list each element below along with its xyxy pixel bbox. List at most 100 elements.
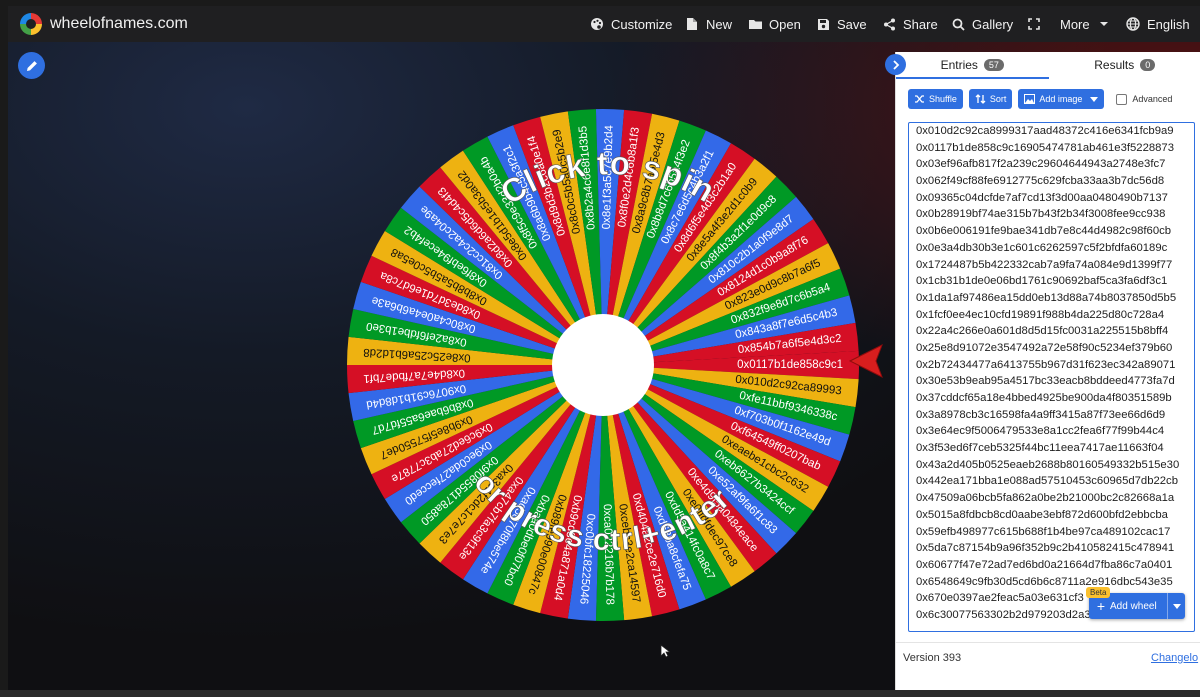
entry-line: 0x60677f47e72ad7ed6bd0a21664d7fba86c7a04… — [916, 558, 1173, 571]
entry-line: 0x010d2c92ca8999317aad48372c416e6341fcb9… — [916, 125, 1174, 137]
top-navigation-bar: wheelofnames.com Customize New Open Save — [8, 6, 1200, 42]
entry-line: 0x25e8d91072e3547492a72e58f90c5234ef379b… — [916, 341, 1173, 354]
entry-line: 0x5da7c87154b9a96f352b9c2b410582415c4789… — [916, 542, 1175, 555]
browser-window: wheelofnames.com Customize New Open Save — [0, 0, 1200, 697]
shuffle-label: Shuffle — [929, 94, 957, 104]
entry-line: 0x062f49cf88fe6912775c629fcba33aa3b7dc56… — [916, 175, 1165, 188]
menu-language[interactable]: English — [1125, 6, 1190, 42]
wheel[interactable]: 0x0117b1de858c9c1 0x010d2c92ca89993 0xfe11… — [346, 106, 864, 624]
advanced-label: Advanced — [1132, 94, 1173, 104]
entry-line: 0x30e53b9eab95a4517bc33eacb8bddeed4773fa… — [916, 375, 1175, 388]
entry-line: 0x442ea171bba1e088ad57510453c60965d7db22… — [916, 475, 1178, 488]
shuffle-icon — [915, 95, 924, 103]
palette-icon — [589, 16, 605, 32]
entry-line: 0x3a8978cb3c16598fa4a9ff3415a87f73ee66d6… — [916, 408, 1166, 421]
results-count-badge: 0 — [1140, 59, 1156, 71]
panel-footer: Version 393 Changelo — [896, 642, 1200, 672]
image-icon — [1024, 94, 1036, 104]
tab-results-label: Results — [1094, 58, 1135, 72]
add-wheel-label: Add wheel — [1110, 600, 1157, 612]
collapse-panel-button[interactable] — [885, 54, 906, 75]
menu-share-label: Share — [903, 16, 938, 32]
chevron-down-icon — [1172, 603, 1181, 609]
entries-textarea[interactable]: 0x010d2c92ca8999317aad48372c416e6341fcb9… — [908, 122, 1195, 632]
wheel-slice-label: 0x0117b1de858c9c1 — [737, 359, 843, 371]
menu-gallery[interactable]: Gallery — [950, 6, 1013, 42]
menu-fullscreen[interactable] — [1026, 6, 1042, 42]
entry-line: 0x47509a06bcb5fa862a0be2b21000bc2c82668a… — [916, 492, 1175, 505]
advanced-checkbox[interactable] — [1116, 93, 1128, 105]
folder-icon — [747, 16, 763, 32]
entry-line: 0x3f53ed6f7ceb5325f44bc11eea7417ae11663f… — [916, 442, 1164, 455]
menu-open[interactable]: Open — [747, 6, 801, 42]
add-image-label: Add image — [1039, 94, 1083, 104]
chevron-down-icon — [1090, 96, 1099, 102]
menu-open-label: Open — [769, 16, 801, 32]
menu-more-label: More — [1060, 16, 1090, 32]
fullscreen-icon — [1026, 16, 1042, 32]
chevron-right-icon — [892, 59, 899, 70]
share-icon — [881, 16, 897, 32]
wheel-logo-icon[interactable] — [20, 13, 42, 35]
menu-save-label: Save — [837, 16, 867, 32]
menu-gallery-label: Gallery — [972, 16, 1014, 32]
entry-line: 0x3e64ec9f5006479533e8a1cc2fea6f77f99b44… — [916, 425, 1165, 438]
tab-results[interactable]: Results 0 — [1049, 52, 1200, 78]
sort-button[interactable]: Sort — [968, 89, 1013, 109]
entries-toolbar: Shuffle Sort Add image Advanced — [908, 89, 1172, 109]
globe-icon — [1125, 16, 1141, 32]
entry-line: 0x0117b1de858c9c16905474781ab461e3f52288… — [916, 141, 1174, 154]
chevron-down-icon — [1096, 16, 1112, 32]
menu-customize-label: Customize — [611, 16, 673, 32]
menu-language-label: English — [1147, 16, 1190, 32]
save-icon — [815, 16, 831, 32]
pencil-icon — [26, 60, 37, 71]
entry-line: 0x43a2d405b0525eaeb2688b80160549332b515e… — [916, 458, 1180, 471]
entry-line: 0x2b72434477a6413755b967d31f623ec342a890… — [916, 358, 1176, 371]
entry-line: 0x0e3a4db30b3e1c601c6262597c5f2bfdfa6018… — [916, 241, 1168, 254]
entry-line: 0x1fcf0ee4ec10cfd19891f988b4da225d80c728… — [916, 308, 1165, 321]
entry-line: 0x1da1af97486ea15dd0eb13d88a74b8037850d5… — [916, 291, 1177, 304]
plus-icon: + — [1096, 598, 1106, 614]
tab-entries[interactable]: Entries 57 — [896, 52, 1049, 79]
menu-customize[interactable]: Customize — [589, 6, 672, 42]
wheel-center-hub[interactable] — [552, 314, 654, 416]
sort-icon — [975, 94, 986, 104]
add-wheel-dropdown-button[interactable] — [1167, 593, 1185, 619]
menu-new-label: New — [706, 16, 733, 32]
wheel-pointer-icon — [849, 343, 883, 379]
add-image-button[interactable]: Add image — [1018, 89, 1105, 109]
advanced-toggle[interactable]: Advanced — [1116, 93, 1173, 105]
tab-entries-label: Entries — [940, 58, 978, 72]
entry-line: 0x37cddcf65a18e4bbed4925be900da4f8035158… — [916, 392, 1172, 404]
menu-more[interactable]: More — [1060, 6, 1112, 42]
sort-label: Sort — [989, 94, 1007, 104]
version-label: Version 393 — [903, 652, 962, 664]
entry-line: 0x03ef96afb817f2a239c29604644943a2748e3f… — [916, 158, 1166, 171]
entry-line: 0x0b6e006191fe9bae341db7e8c44d4982c98f60… — [916, 225, 1172, 238]
menu-share[interactable]: Share — [881, 6, 938, 42]
beta-badge: Beta — [1086, 587, 1111, 598]
entries-count-badge: 57 — [983, 59, 1004, 71]
panel-tabs: Entries 57 Results 0 — [896, 52, 1200, 79]
entry-line: 0x0b28919bf74ae315b7b43f2b34f3008fee9cc9… — [916, 208, 1166, 221]
menu-save[interactable]: Save — [815, 6, 867, 42]
entry-line: 0x59efb498977c615b688f1b4be97ca489102cac… — [916, 525, 1171, 538]
shuffle-button[interactable]: Shuffle — [908, 89, 963, 109]
entry-line: 0x1cb31b1de0e06bd1761c90692baf5ca3fa6df3… — [916, 275, 1168, 288]
search-icon — [950, 16, 966, 32]
mouse-cursor-icon — [660, 644, 670, 658]
changelog-link[interactable]: Changelo — [1151, 652, 1198, 664]
taskbar — [0, 690, 1200, 697]
file-icon — [684, 16, 700, 32]
entries-panel: Entries 57 Results 0 Shuffle Sort Add im… — [895, 52, 1200, 692]
wheel-graphic[interactable]: 0x0117b1de858c9c10x010d2c92ca899930xfe11… — [346, 106, 864, 624]
entry-line: 0x09365c04dcfde7af7cd13f3d00aa0480490b71… — [916, 191, 1168, 204]
entry-line: 0x22a4c266e0a601d8d5d15fc0031a225515b8bf… — [916, 325, 1169, 338]
entry-line: 0x5015a8fdbcb8cd0aabe3ebf872d600bfd2ebbc… — [916, 508, 1168, 521]
entry-line: 0x6548649c9fb30d5cd6b6c8711a2e916dbc543e… — [916, 575, 1173, 588]
entry-line: 0x1724487b5b422332cab7a9fa74a084e9d1399f… — [916, 258, 1173, 271]
menu-new[interactable]: New — [684, 6, 732, 42]
edit-pencil-button[interactable] — [18, 52, 45, 79]
site-brand[interactable]: wheelofnames.com — [50, 15, 188, 33]
